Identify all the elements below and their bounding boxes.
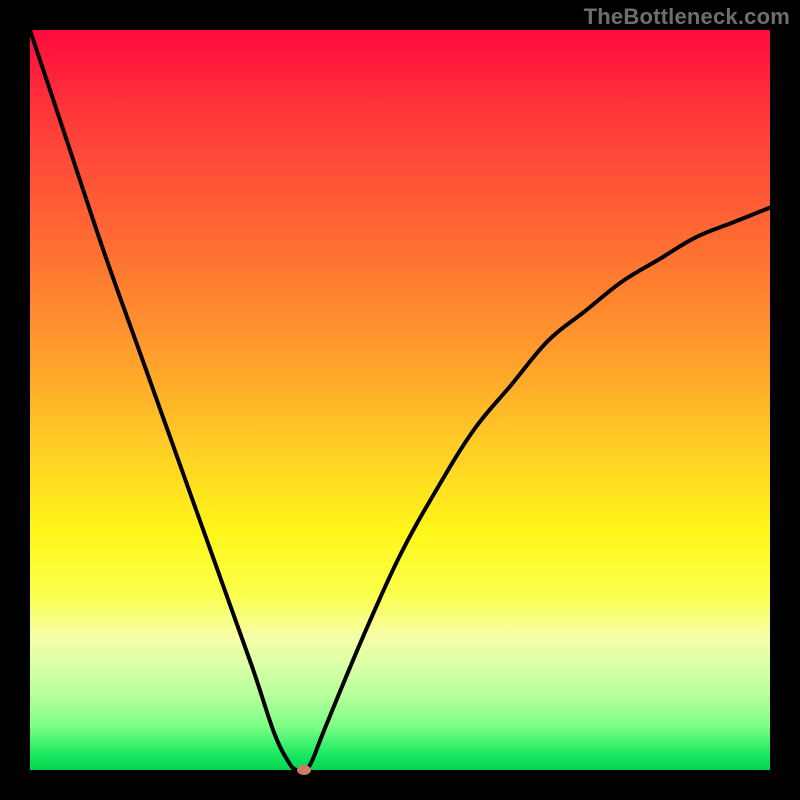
plot-area bbox=[30, 30, 770, 770]
chart-frame: TheBottleneck.com bbox=[0, 0, 800, 800]
min-marker bbox=[297, 765, 311, 775]
curve-svg bbox=[30, 30, 770, 770]
curve-path bbox=[30, 30, 770, 770]
watermark-text: TheBottleneck.com bbox=[584, 4, 790, 30]
